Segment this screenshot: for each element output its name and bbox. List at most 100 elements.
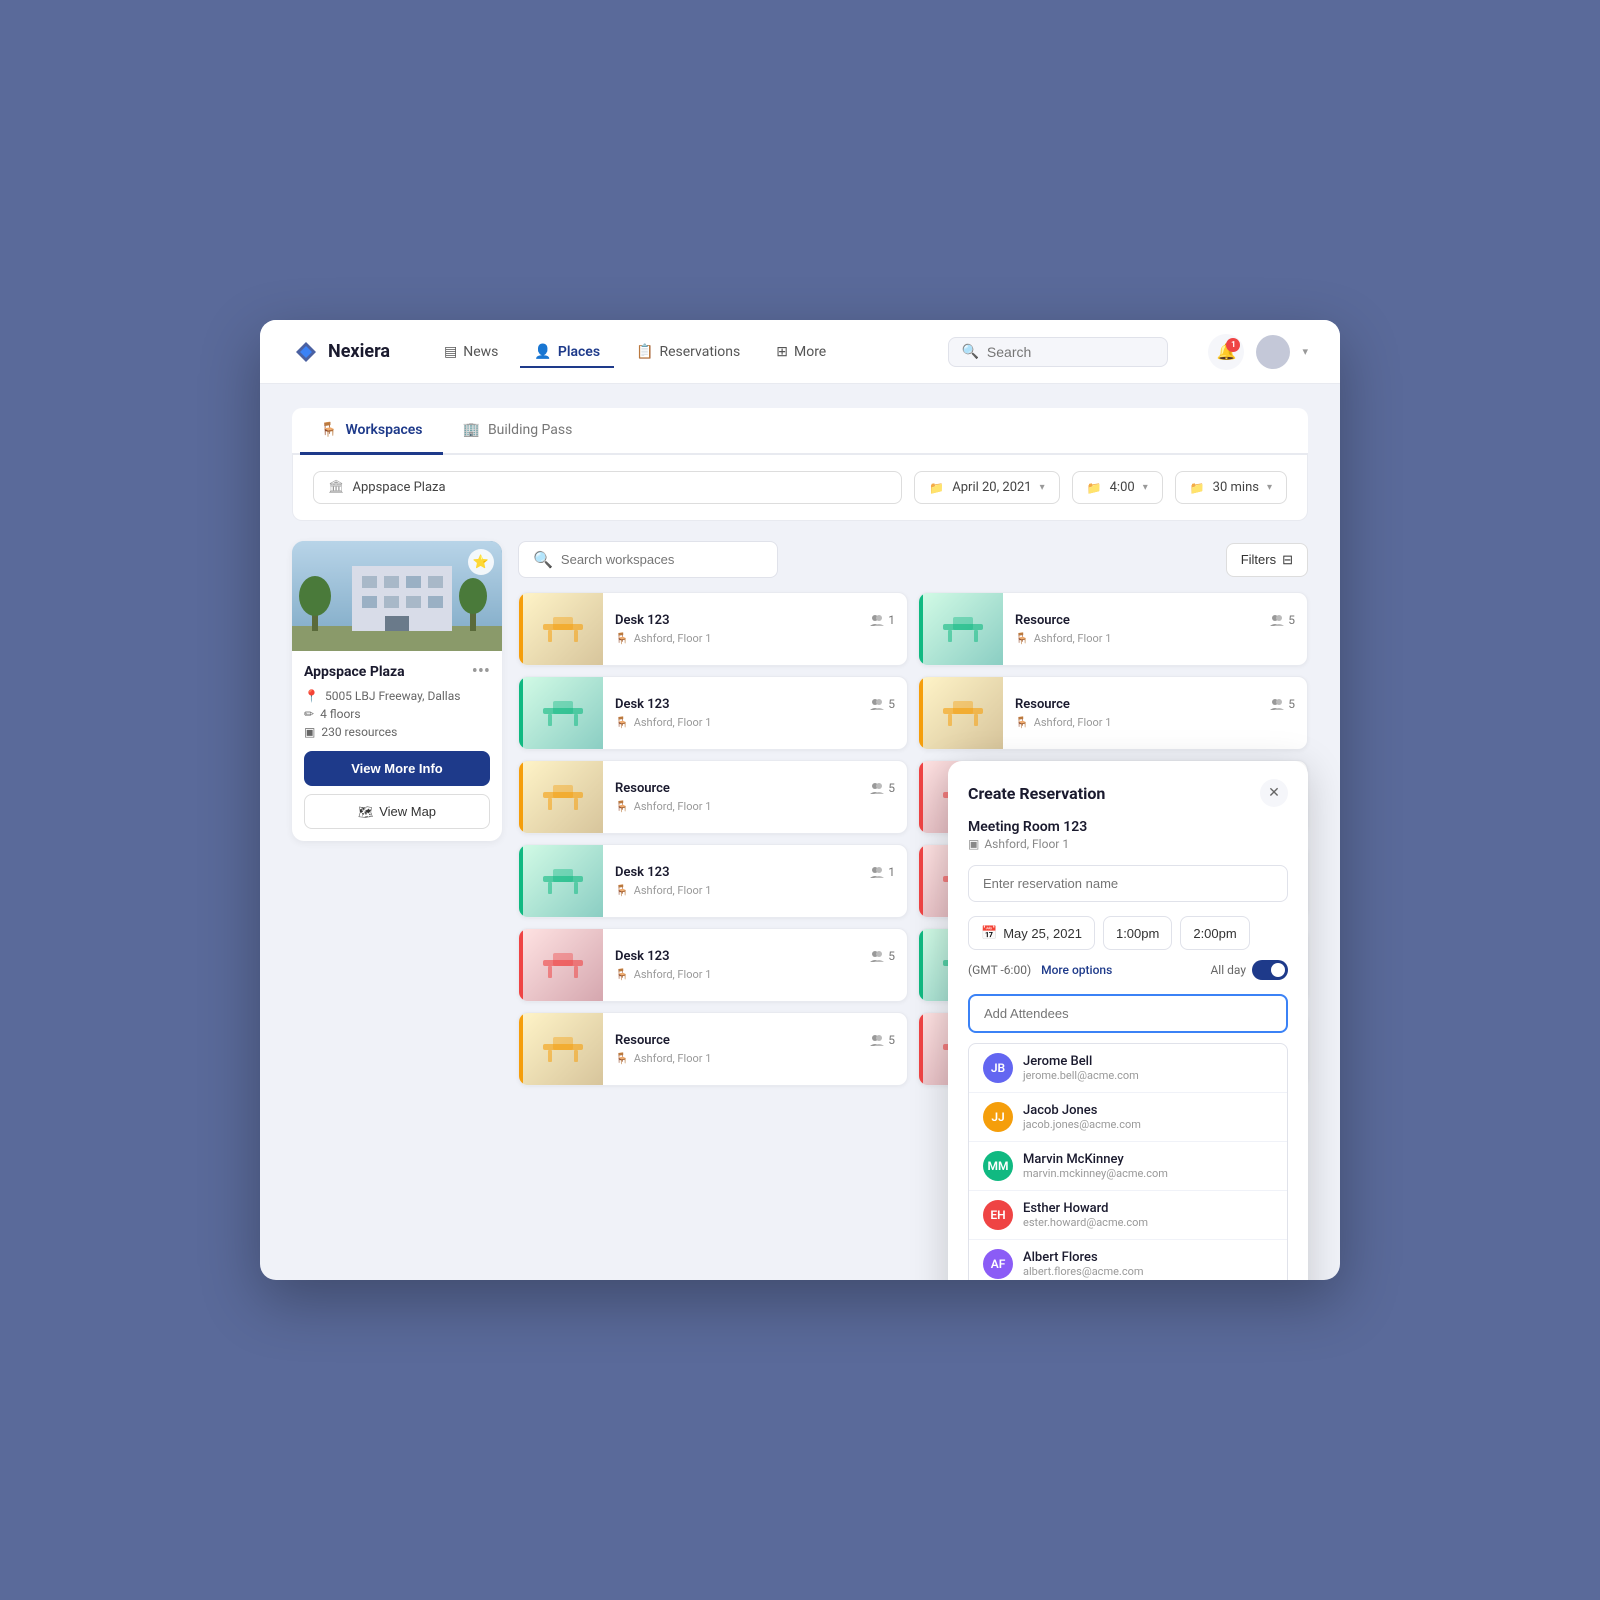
resources-icon: ▣ (304, 725, 315, 739)
workspace-area: 🔍 Filters ⊟ (518, 541, 1308, 1086)
attendee-item[interactable]: EH Esther Howard ester.howard@acme.com (969, 1191, 1287, 1240)
favorite-button[interactable]: ⭐ (468, 549, 494, 575)
more-icon: ⊞ (776, 344, 788, 360)
date-picker-button[interactable]: 📅 May 25, 2021 (968, 916, 1095, 950)
nav-item-reservations[interactable]: 📋 Reservations (622, 336, 754, 368)
view-more-info-button[interactable]: View More Info (304, 751, 490, 786)
reservations-icon: 📋 (636, 344, 653, 360)
capacity-icon (870, 698, 884, 710)
workspace-image (523, 929, 603, 1001)
logo[interactable]: Nexiera (292, 338, 390, 366)
workspace-card[interactable]: Resource 5 🪑 Ashford, Floor 1 (518, 1012, 908, 1086)
cal-icon: 📅 (981, 925, 997, 941)
desk-icon: 🪑 (615, 716, 629, 729)
notification-button[interactable]: 🔔 1 (1208, 334, 1244, 370)
time-filter[interactable]: 📁 4:00 ▾ (1072, 471, 1163, 504)
more-options-link[interactable]: More options (1041, 963, 1112, 977)
workspace-search[interactable]: 🔍 (518, 541, 778, 578)
attendees-input[interactable] (968, 994, 1288, 1033)
workspace-card-header: Resource 5 (1015, 613, 1295, 628)
desk-thumbnail-icon (538, 777, 588, 817)
time-icon: 📁 (1087, 481, 1102, 495)
attendee-info: Marvin McKinney marvin.mckinney@acme.com (1023, 1152, 1273, 1180)
tab-workspaces[interactable]: 🪑 Workspaces (300, 408, 443, 455)
modal-close-button[interactable]: ✕ (1260, 779, 1288, 807)
desk-icon: 🪑 (615, 968, 629, 981)
workspace-card[interactable]: Resource 5 🪑 Ashford, Floor 1 (918, 592, 1308, 666)
desk-icon: 🪑 (1015, 632, 1029, 645)
duration-filter[interactable]: 📁 30 mins ▾ (1175, 471, 1287, 504)
workspace-card-header: Resource 5 (615, 781, 895, 796)
workspace-capacity: 1 (870, 613, 895, 627)
workspace-card[interactable]: Resource 5 🪑 Ashford, Floor 1 (918, 676, 1308, 750)
building-image: ⭐ (292, 541, 502, 651)
tab-building-pass[interactable]: 🏢 Building Pass (443, 408, 593, 455)
workspace-card[interactable]: Desk 123 1 🪑 Ashford, Floor 1 (518, 844, 908, 918)
app-name: Nexiera (328, 341, 390, 362)
attendee-name: Esther Howard (1023, 1201, 1273, 1216)
workspace-card-header: Desk 123 1 (615, 865, 895, 880)
header: Nexiera ▤ News 👤 Places 📋 Reservations ⊞… (260, 320, 1340, 384)
chevron-down-icon[interactable]: ▾ (1302, 345, 1308, 358)
date-filter[interactable]: 📁 April 20, 2021 ▾ (914, 471, 1059, 504)
end-time-button[interactable]: 2:00pm (1180, 916, 1249, 950)
nav-item-news[interactable]: ▤ News (430, 336, 512, 368)
timezone-label: (GMT -6:00) (968, 963, 1031, 977)
attendee-item[interactable]: JB Jerome Bell jerome.bell@acme.com (969, 1044, 1287, 1093)
workspace-card[interactable]: Desk 123 1 🪑 Ashford, Floor 1 (518, 592, 908, 666)
search-icon: 🔍 (961, 344, 978, 360)
workspace-image (523, 593, 603, 665)
all-day-toggle-track[interactable] (1252, 960, 1288, 980)
app-shell: Nexiera ▤ News 👤 Places 📋 Reservations ⊞… (260, 320, 1340, 1280)
filter-icon: ⊟ (1282, 552, 1293, 568)
workspace-image (923, 677, 1003, 749)
desk-icon: 🪑 (615, 800, 629, 813)
start-time-button[interactable]: 1:00pm (1103, 916, 1172, 950)
all-day-toggle-thumb (1271, 963, 1285, 977)
desk-thumbnail-icon (538, 861, 588, 901)
sub-tabs: 🪑 Workspaces 🏢 Building Pass (292, 408, 1308, 455)
attendee-item[interactable]: AF Albert Flores albert.flores@acme.com (969, 1240, 1287, 1280)
building-name-row: Appspace Plaza ••• (304, 663, 490, 681)
attendee-avatar: JJ (983, 1102, 1013, 1132)
workspace-search-input[interactable] (561, 552, 763, 567)
workspace-name: Resource (615, 781, 670, 796)
building-more-button[interactable]: ••• (472, 663, 490, 681)
workspace-capacity: 1 (870, 865, 895, 879)
workspaces-icon: 🪑 (320, 422, 337, 438)
attendee-item[interactable]: JJ Jacob Jones jacob.jones@acme.com (969, 1093, 1287, 1142)
workspace-card[interactable]: Desk 123 5 🪑 Ashford, Floor 1 (518, 928, 908, 1002)
workspace-card-info: Resource 5 🪑 Ashford, Floor 1 (603, 1013, 907, 1085)
search-input[interactable] (987, 344, 1156, 360)
workspace-location: 🪑 Ashford, Floor 1 (615, 1052, 895, 1065)
capacity-icon (870, 614, 884, 626)
workspace-location: 🪑 Ashford, Floor 1 (615, 884, 895, 897)
workspace-capacity: 5 (870, 697, 895, 711)
workspace-card-info: Resource 5 🪑 Ashford, Floor 1 (1003, 593, 1307, 665)
workspace-card-info: Desk 123 1 🪑 Ashford, Floor 1 (603, 593, 907, 665)
workspace-location: 🪑 Ashford, Floor 1 (615, 632, 895, 645)
view-map-button[interactable]: 🗺 View Map (304, 794, 490, 829)
workspace-image (523, 761, 603, 833)
duration-icon: 📁 (1190, 481, 1205, 495)
workspace-name: Resource (615, 1033, 670, 1048)
location-filter[interactable]: 🏛 Appspace Plaza (313, 471, 902, 504)
workspace-card[interactable]: Resource 5 🪑 Ashford, Floor 1 (518, 760, 908, 834)
nav-item-more[interactable]: ⊞ More (762, 336, 840, 368)
attendee-email: albert.flores@acme.com (1023, 1265, 1273, 1278)
reservation-name-input[interactable] (968, 865, 1288, 902)
attendee-item[interactable]: MM Marvin McKinney marvin.mckinney@acme.… (969, 1142, 1287, 1191)
user-avatar[interactable] (1256, 335, 1290, 369)
global-search[interactable]: 🔍 (948, 337, 1168, 367)
workspace-card[interactable]: Desk 123 5 🪑 Ashford, Floor 1 (518, 676, 908, 750)
desk-icon: 🪑 (615, 1052, 629, 1065)
building-floors: ✏ 4 floors (304, 707, 490, 721)
desk-thumbnail-icon (938, 609, 988, 649)
modal-room-location: ▣ Ashford, Floor 1 (968, 837, 1288, 851)
workspace-card-info: Desk 123 5 🪑 Ashford, Floor 1 (603, 929, 907, 1001)
nav-item-places[interactable]: 👤 Places (520, 336, 614, 368)
filters-button[interactable]: Filters ⊟ (1226, 543, 1308, 577)
attendee-name: Marvin McKinney (1023, 1152, 1273, 1167)
desk-icon: 🪑 (615, 632, 629, 645)
attendee-info: Esther Howard ester.howard@acme.com (1023, 1201, 1273, 1229)
